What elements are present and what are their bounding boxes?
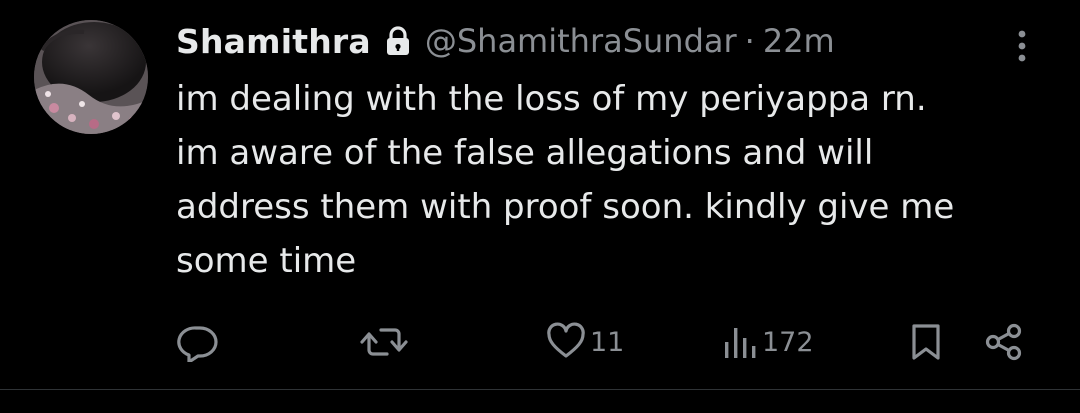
author-handle[interactable]: @ShamithraSundar (425, 22, 737, 60)
views-count: 172 (762, 326, 814, 358)
share-button[interactable] (984, 318, 1024, 366)
share-icon (984, 322, 1024, 362)
views-button[interactable]: 172 (722, 318, 814, 366)
lock-icon (385, 26, 411, 56)
timestamp[interactable]: 22m (763, 22, 835, 60)
tweet-actions: 11 172 (0, 318, 1080, 366)
reply-icon (176, 322, 220, 362)
reply-button[interactable] (176, 318, 224, 366)
avatar[interactable] (34, 20, 148, 134)
views-icon (722, 322, 758, 362)
tweet-header: Shamithra @ShamithraSundar · 22m (176, 18, 835, 64)
repost-button[interactable] (360, 318, 412, 366)
bookmark-icon (908, 322, 944, 362)
like-button[interactable]: 11 (546, 318, 624, 366)
author-name[interactable]: Shamithra (176, 22, 371, 61)
avatar-image (34, 20, 148, 134)
tweet-text: im dealing with the loss of my periyappa… (176, 79, 955, 281)
bookmark-button[interactable] (908, 318, 944, 366)
repost-icon (360, 322, 408, 362)
like-count: 11 (590, 326, 625, 358)
more-vertical-icon[interactable] (1012, 26, 1032, 66)
separator-dot: · (744, 22, 755, 60)
heart-icon (546, 322, 586, 362)
tweet-divider (0, 389, 1080, 390)
tweet[interactable]: Shamithra @ShamithraSundar · 22m im deal… (0, 0, 1080, 389)
